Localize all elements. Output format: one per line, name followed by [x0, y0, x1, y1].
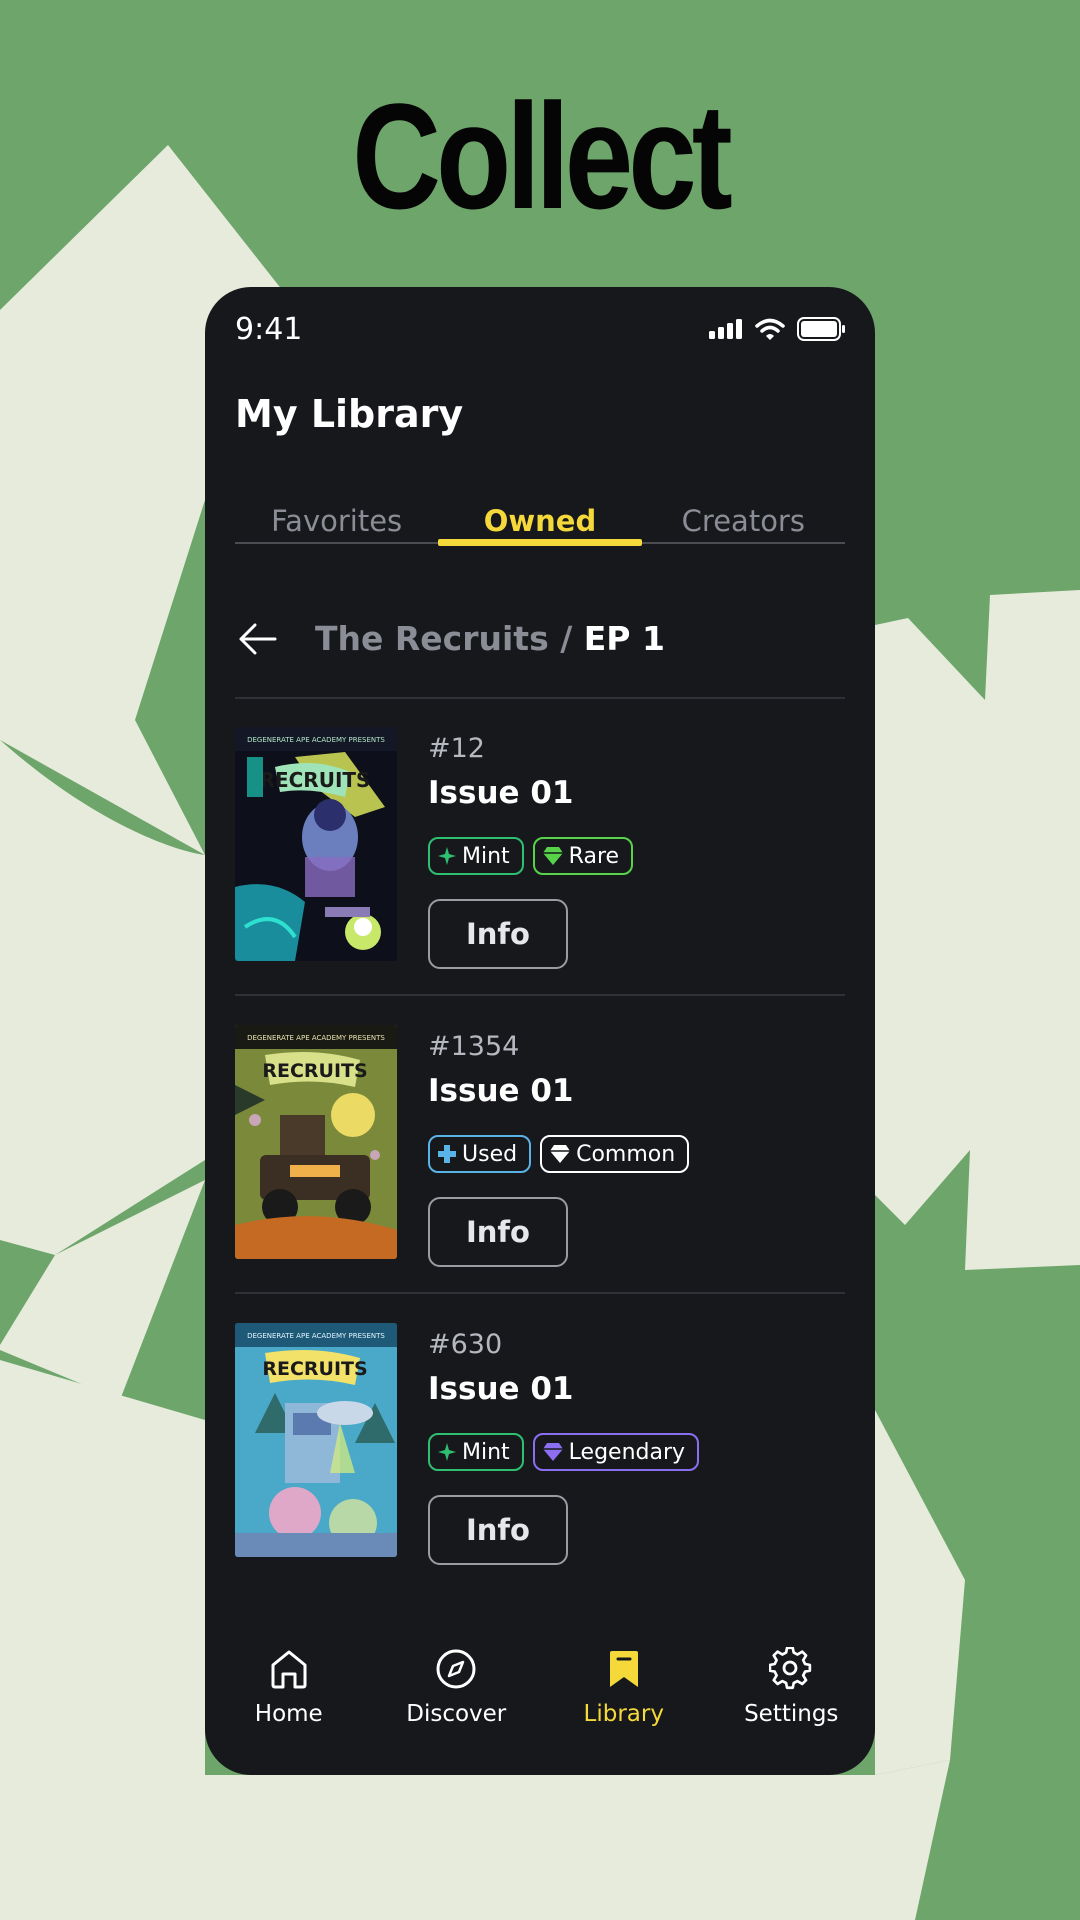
svg-text:RECRUITS: RECRUITS — [260, 768, 371, 792]
breadcrumb: The Recruits / EP 1 — [235, 617, 845, 699]
comic-cover-image[interactable]: DEGENERATE APE ACADEMY PRESENTS RECRUITS — [235, 1323, 397, 1557]
breadcrumb-series[interactable]: The Recruits / — [315, 619, 584, 658]
item-title: Issue 01 — [428, 1073, 574, 1109]
compass-icon — [436, 1649, 476, 1689]
nav-settings[interactable]: Settings — [708, 1647, 876, 1757]
nav-discover[interactable]: Discover — [373, 1647, 541, 1757]
back-arrow-icon[interactable] — [235, 617, 279, 661]
item-number: #12 — [428, 733, 485, 764]
gem-icon — [550, 1145, 571, 1163]
breadcrumb-episode: EP 1 — [583, 619, 665, 658]
comic-cover-image[interactable]: DEGENERATE APE ACADEMY PRESENTS RECRUITS — [235, 1025, 397, 1259]
bottom-nav: Home Discover Library Settings — [205, 1647, 875, 1757]
sparkle-icon — [438, 847, 456, 865]
list-item: DEGENERATE APE ACADEMY PRESENTS RECRUITS… — [235, 995, 845, 1294]
home-icon — [271, 1650, 307, 1689]
status-time: 9:41 — [235, 311, 303, 347]
plus-icon — [438, 1145, 456, 1163]
sparkle-icon — [438, 1443, 456, 1461]
headline: Collect — [352, 72, 733, 240]
gear-icon — [769, 1647, 812, 1690]
condition-badge: Mint — [428, 837, 524, 875]
item-title: Issue 01 — [428, 1371, 574, 1407]
item-number: #1354 — [428, 1031, 520, 1062]
condition-badge: Mint — [428, 1433, 524, 1471]
status-bar: 9:41 — [235, 309, 845, 349]
condition-badge: Used — [428, 1135, 532, 1173]
bookmark-icon — [609, 1651, 638, 1687]
info-button[interactable]: Info — [428, 899, 568, 969]
item-title: Issue 01 — [428, 775, 574, 811]
list-item: DEGENERATE APE ACADEMY PRESENTS RECRUITS… — [235, 697, 845, 996]
rarity-badge: Common — [540, 1135, 690, 1173]
info-button[interactable]: Info — [428, 1197, 568, 1267]
list-item: DEGENERATE APE ACADEMY PRESENTS RECRUITS… — [235, 1293, 845, 1590]
svg-text:DEGENERATE APE ACADEMY PRESENT: DEGENERATE APE ACADEMY PRESENTS — [247, 1332, 385, 1340]
rarity-badge: Rare — [532, 837, 634, 875]
info-button[interactable]: Info — [428, 1495, 568, 1565]
svg-text:RECRUITS: RECRUITS — [262, 1358, 367, 1380]
comic-cover-image[interactable]: DEGENERATE APE ACADEMY PRESENTS RECRUITS — [235, 727, 397, 961]
wifi-icon — [755, 318, 785, 340]
tab-favorites[interactable]: Favorites — [235, 492, 438, 542]
page-title: My Library — [235, 392, 464, 436]
signal-icon — [709, 319, 742, 339]
phone-screen: 9:41 My Library Favorites Owned Creators… — [205, 287, 875, 1775]
battery-icon — [797, 317, 845, 341]
gem-icon — [542, 1443, 563, 1461]
svg-text:DEGENERATE APE ACADEMY PRESENT: DEGENERATE APE ACADEMY PRESENTS — [247, 736, 385, 744]
library-tabs: Favorites Owned Creators — [235, 492, 845, 546]
svg-text:RECRUITS: RECRUITS — [262, 1060, 367, 1082]
nav-home[interactable]: Home — [205, 1647, 373, 1757]
rarity-badge: Legendary — [532, 1433, 700, 1471]
nav-library[interactable]: Library — [540, 1647, 708, 1757]
item-number: #630 — [428, 1329, 503, 1360]
svg-text:DEGENERATE APE ACADEMY PRESENT: DEGENERATE APE ACADEMY PRESENTS — [247, 1034, 385, 1042]
tab-owned[interactable]: Owned — [438, 492, 642, 546]
tab-creators[interactable]: Creators — [642, 492, 845, 542]
gem-icon — [542, 847, 563, 865]
